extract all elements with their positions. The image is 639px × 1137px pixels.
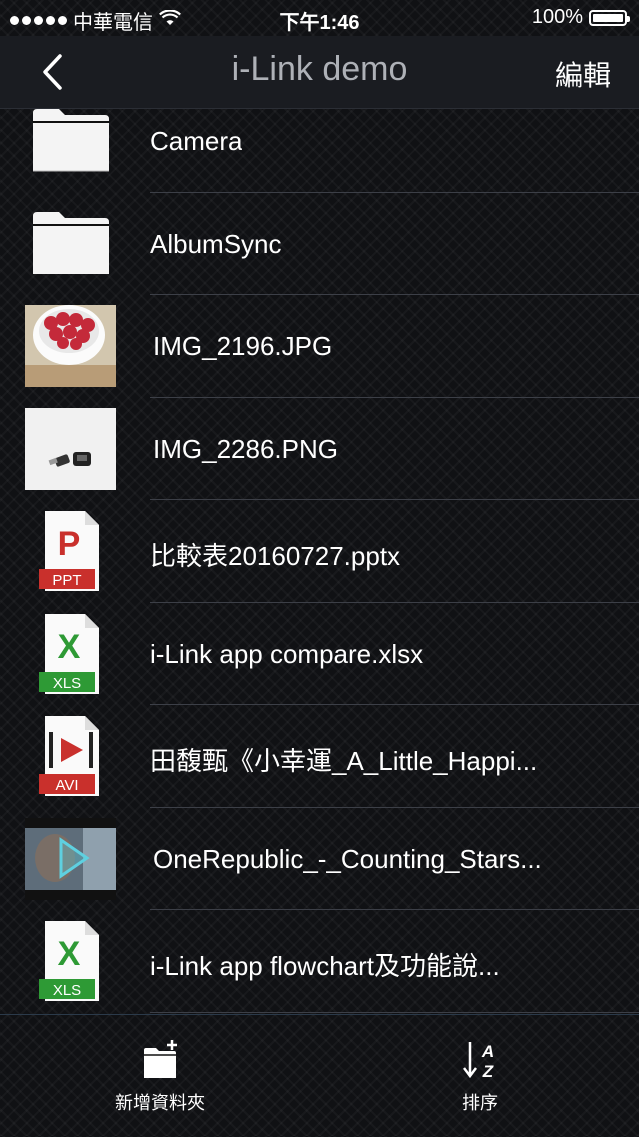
- xls-file-icon: X XLS: [25, 920, 116, 1002]
- video-thumbnail: [25, 817, 116, 900]
- xls-file-icon: X XLS: [25, 613, 116, 695]
- bottom-toolbar: 新增資料夾 AZ 排序: [0, 1014, 639, 1137]
- file-name: i-Link app compare.xlsx: [150, 638, 424, 669]
- svg-text:X: X: [57, 628, 80, 666]
- new-folder-label: 新增資料夾: [115, 1093, 205, 1113]
- list-item[interactable]: Camera: [0, 90, 639, 193]
- status-right: 100%: [531, 6, 630, 29]
- file-name: 比較表20160727.pptx: [150, 541, 401, 571]
- file-name: 田馥甄《小幸運_A_Little_Happi...: [150, 746, 538, 776]
- list-item[interactable]: X XLS i-Link app compare.xlsx: [0, 603, 639, 706]
- svg-text:X: X: [57, 935, 80, 973]
- svg-text:P: P: [57, 525, 80, 563]
- file-name: AlbumSync: [150, 228, 282, 259]
- list-item[interactable]: AlbumSync: [0, 193, 639, 296]
- svg-text:Z: Z: [482, 1062, 494, 1080]
- ppt-file-icon: P PPT: [25, 510, 116, 592]
- svg-text:A: A: [481, 1042, 494, 1061]
- file-name: OneRepublic_-_Counting_Stars...: [153, 843, 542, 874]
- edit-button[interactable]: 編輯: [555, 54, 611, 94]
- list-item[interactable]: IMG_2196.JPG: [0, 295, 639, 398]
- list-item[interactable]: OneRepublic_-_Counting_Stars...: [0, 808, 639, 911]
- file-name: IMG_2286.PNG: [153, 433, 338, 464]
- status-bar: 中華電信 下午1:46 100%: [0, 0, 639, 36]
- page-title: i-Link demo: [231, 50, 408, 88]
- sort-az-icon: AZ: [463, 1042, 494, 1081]
- new-folder-button[interactable]: 新增資料夾: [110, 1040, 210, 1115]
- svg-text:PPT: PPT: [52, 572, 81, 589]
- image-thumbnail: [25, 305, 116, 387]
- folder-icon: [25, 100, 116, 182]
- avi-file-icon: AVI: [25, 715, 116, 797]
- svg-text:AVI: AVI: [55, 777, 78, 794]
- image-thumbnail: [25, 407, 116, 490]
- list-item[interactable]: AVI 田馥甄《小幸運_A_Little_Happi...: [0, 705, 639, 808]
- battery-percent: 100%: [531, 6, 583, 28]
- svg-text:XLS: XLS: [52, 982, 80, 999]
- folder-icon: [25, 203, 116, 285]
- file-name: i-Link app flowchart及功能說...: [150, 951, 500, 981]
- file-name: IMG_2196.JPG: [153, 331, 333, 361]
- list-item[interactable]: X XLS i-Link app flowchart及功能說...: [0, 910, 639, 1013]
- file-name: Camera: [150, 126, 243, 156]
- new-folder-icon: [144, 1040, 177, 1078]
- list-item[interactable]: P PPT 比較表20160727.pptx: [0, 500, 639, 603]
- list-item[interactable]: IMG_2286.PNG: [0, 398, 639, 501]
- sort-button[interactable]: AZ 排序: [440, 1040, 520, 1115]
- file-list: Camera AlbumSync IMG_2196.JPG IMG_2286.P…: [0, 90, 639, 1013]
- svg-text:XLS: XLS: [52, 675, 80, 692]
- battery-icon: [589, 9, 630, 26]
- sort-label: 排序: [462, 1093, 498, 1113]
